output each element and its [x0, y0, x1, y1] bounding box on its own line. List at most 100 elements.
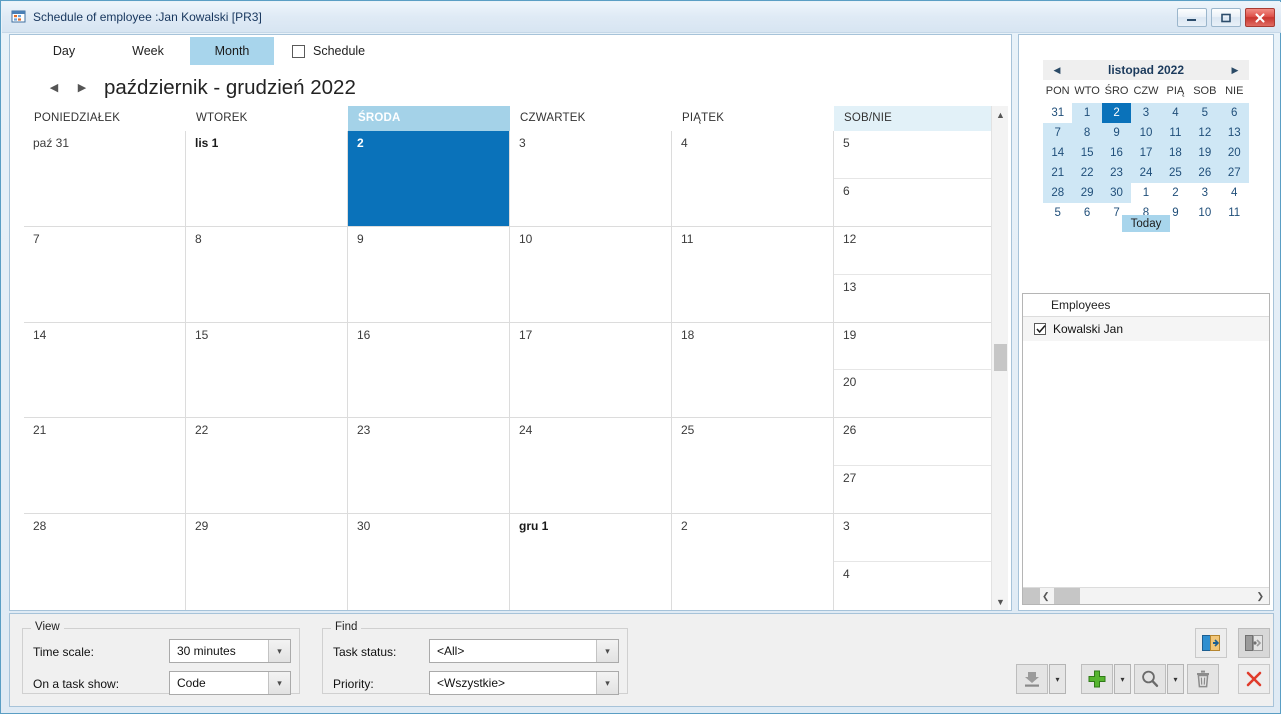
calendar-day-header[interactable]: ŚRODA — [348, 106, 510, 131]
calendar-day-subcell[interactable]: 26 — [834, 418, 996, 467]
calendar-day-subcell[interactable]: 27 — [834, 466, 996, 514]
calendar-day-cell[interactable]: lis 1 — [186, 131, 347, 227]
calendar-day-cell[interactable]: 4 — [672, 131, 833, 227]
mini-calendar-day[interactable]: 4 — [1220, 183, 1249, 203]
task-status-combo[interactable]: <All> ▾ — [429, 639, 619, 663]
calendar-day-cell[interactable]: 14 — [24, 322, 185, 419]
calendar-day-cell[interactable]: 16 — [348, 322, 509, 419]
close-panel-button[interactable] — [1238, 628, 1270, 658]
tab-day[interactable]: Day — [22, 37, 106, 65]
calendar-day-cell[interactable]: 26 27 — [834, 418, 996, 515]
calendar-day-header[interactable]: SOB/NIE — [834, 106, 996, 131]
calendar-vertical-scrollbar[interactable]: ▲ ▼ — [991, 106, 1008, 610]
mini-calendar-day[interactable]: 2 — [1161, 183, 1190, 203]
calendar-day-cell[interactable]: 12 13 — [834, 226, 996, 323]
priority-combo[interactable]: <Wszystkie> ▾ — [429, 671, 619, 695]
calendar-day-subcell[interactable]: 19 — [834, 323, 996, 371]
calendar-day-cell[interactable]: 7 — [24, 226, 185, 323]
calendar-day-cell[interactable]: 2 — [348, 131, 509, 227]
calendar-day-header[interactable]: PIĄTEK — [672, 106, 834, 131]
calendar-day-cell[interactable]: 18 — [672, 322, 833, 419]
calendar-day-cell[interactable]: paź 31 — [24, 131, 185, 227]
calendar-day-cell[interactable]: 8 — [186, 226, 347, 323]
mini-calendar-day[interactable]: 26 — [1190, 163, 1220, 183]
calendar-day-cell[interactable]: 34 — [834, 514, 996, 610]
calendar-day-subcell[interactable]: 4 — [834, 562, 996, 610]
mini-calendar-prev-icon[interactable]: ◀ — [1051, 65, 1063, 76]
calendar-day-cell[interactable]: 22 — [186, 418, 347, 515]
mini-calendar-day[interactable]: 27 — [1219, 163, 1249, 183]
calendar-day-cell[interactable]: 9 — [348, 226, 509, 323]
delete-button[interactable] — [1187, 664, 1219, 694]
mini-calendar-day[interactable]: 31 — [1043, 103, 1072, 123]
close-button[interactable] — [1245, 8, 1275, 27]
calendar-day-cell[interactable]: 15 — [186, 322, 347, 419]
chevron-down-icon[interactable]: ▾ — [268, 640, 290, 662]
calendar-day-subcell[interactable]: 6 — [834, 179, 996, 227]
mini-calendar-day[interactable]: 14 — [1043, 143, 1073, 163]
employees-horizontal-scrollbar[interactable]: ❮ ❯ — [1023, 587, 1269, 604]
mini-calendar-day[interactable]: 10 — [1131, 123, 1161, 143]
calendar-day-cell[interactable]: 21 — [24, 418, 185, 515]
import-dropdown-arrow[interactable]: ▾ — [1049, 664, 1066, 694]
mini-calendar-day[interactable]: 8 — [1072, 123, 1102, 143]
mini-calendar-day[interactable]: 10 — [1190, 203, 1219, 223]
mini-calendar-day[interactable]: 17 — [1131, 143, 1161, 163]
mini-calendar-day[interactable]: 12 — [1190, 123, 1220, 143]
today-button[interactable]: Today — [1122, 215, 1170, 232]
mini-calendar-day[interactable]: 30 — [1101, 183, 1132, 203]
calendar-day-cell[interactable]: 23 — [348, 418, 509, 515]
calendar-day-cell[interactable]: gru 1 — [510, 514, 671, 610]
calendar-day-cell[interactable]: 17 — [510, 322, 671, 419]
mini-calendar-day[interactable]: 1 — [1131, 183, 1160, 203]
mini-calendar-day[interactable]: 24 — [1131, 163, 1161, 183]
search-dropdown-arrow[interactable]: ▾ — [1167, 664, 1184, 694]
mini-calendar-day[interactable]: 5 — [1043, 203, 1072, 223]
mini-calendar-day[interactable]: 6 — [1072, 203, 1101, 223]
mini-calendar-day[interactable]: 1 — [1072, 103, 1102, 123]
calendar-day-subcell[interactable]: 12 — [834, 227, 996, 275]
employee-list-item[interactable]: Kowalski Jan — [1023, 317, 1269, 341]
scroll-down-arrow-icon[interactable]: ▼ — [992, 593, 1009, 610]
minimize-button[interactable] — [1177, 8, 1207, 27]
prev-period-arrow-icon[interactable]: ◀ — [46, 79, 62, 95]
employees-scrollbar-thumb[interactable] — [1054, 588, 1080, 604]
calendar-day-cell[interactable]: 25 — [672, 418, 833, 515]
calendar-day-subcell[interactable]: 20 — [834, 370, 996, 418]
mini-calendar-day[interactable]: 22 — [1072, 163, 1102, 183]
cancel-button[interactable] — [1238, 664, 1270, 694]
mini-calendar-day[interactable]: 13 — [1219, 123, 1249, 143]
tab-week[interactable]: Week — [106, 37, 190, 65]
mini-calendar-day[interactable]: 19 — [1190, 143, 1220, 163]
calendar-day-cell[interactable]: 56 — [834, 131, 996, 227]
search-button[interactable] — [1134, 664, 1166, 694]
mini-calendar-day[interactable]: 11 — [1220, 203, 1249, 223]
mini-calendar-day[interactable]: 25 — [1160, 163, 1191, 183]
mini-calendar-day[interactable]: 4 — [1160, 103, 1191, 123]
calendar-day-cell[interactable]: 2 — [672, 514, 833, 610]
mini-calendar-day[interactable]: 20 — [1219, 143, 1249, 163]
calendar-day-cell[interactable]: 10 — [510, 226, 671, 323]
mini-calendar-day[interactable]: 9 — [1101, 123, 1132, 143]
maximize-button[interactable] — [1211, 8, 1241, 27]
calendar-day-cell[interactable]: 19 20 — [834, 322, 996, 419]
employee-checkbox[interactable] — [1034, 323, 1046, 335]
chevron-down-icon[interactable]: ▾ — [596, 640, 618, 662]
scroll-left-arrow-icon[interactable]: ❮ — [1042, 588, 1050, 604]
calendar-day-cell[interactable]: 30 — [348, 514, 509, 610]
calendar-day-cell[interactable]: 11 — [672, 226, 833, 323]
calendar-day-header[interactable]: CZWARTEK — [510, 106, 672, 131]
calendar-day-header[interactable]: PONIEDZIAŁEK — [24, 106, 186, 131]
scroll-right-arrow-icon[interactable]: ❯ — [1256, 588, 1264, 604]
calendar-day-cell[interactable]: 28 — [24, 514, 185, 610]
mini-calendar-day[interactable]: 3 — [1131, 103, 1161, 123]
import-button[interactable] — [1016, 664, 1048, 694]
mini-calendar-day[interactable]: 6 — [1219, 103, 1249, 123]
mini-calendar-day[interactable]: 21 — [1043, 163, 1073, 183]
mini-calendar-day[interactable]: 28 — [1043, 183, 1073, 203]
mini-calendar-next-icon[interactable]: ▶ — [1229, 65, 1241, 76]
mini-calendar-day[interactable]: 3 — [1190, 183, 1219, 203]
mini-calendar-day[interactable]: 7 — [1043, 123, 1073, 143]
add-dropdown-arrow[interactable]: ▾ — [1114, 664, 1131, 694]
mini-calendar-day[interactable]: 5 — [1190, 103, 1220, 123]
